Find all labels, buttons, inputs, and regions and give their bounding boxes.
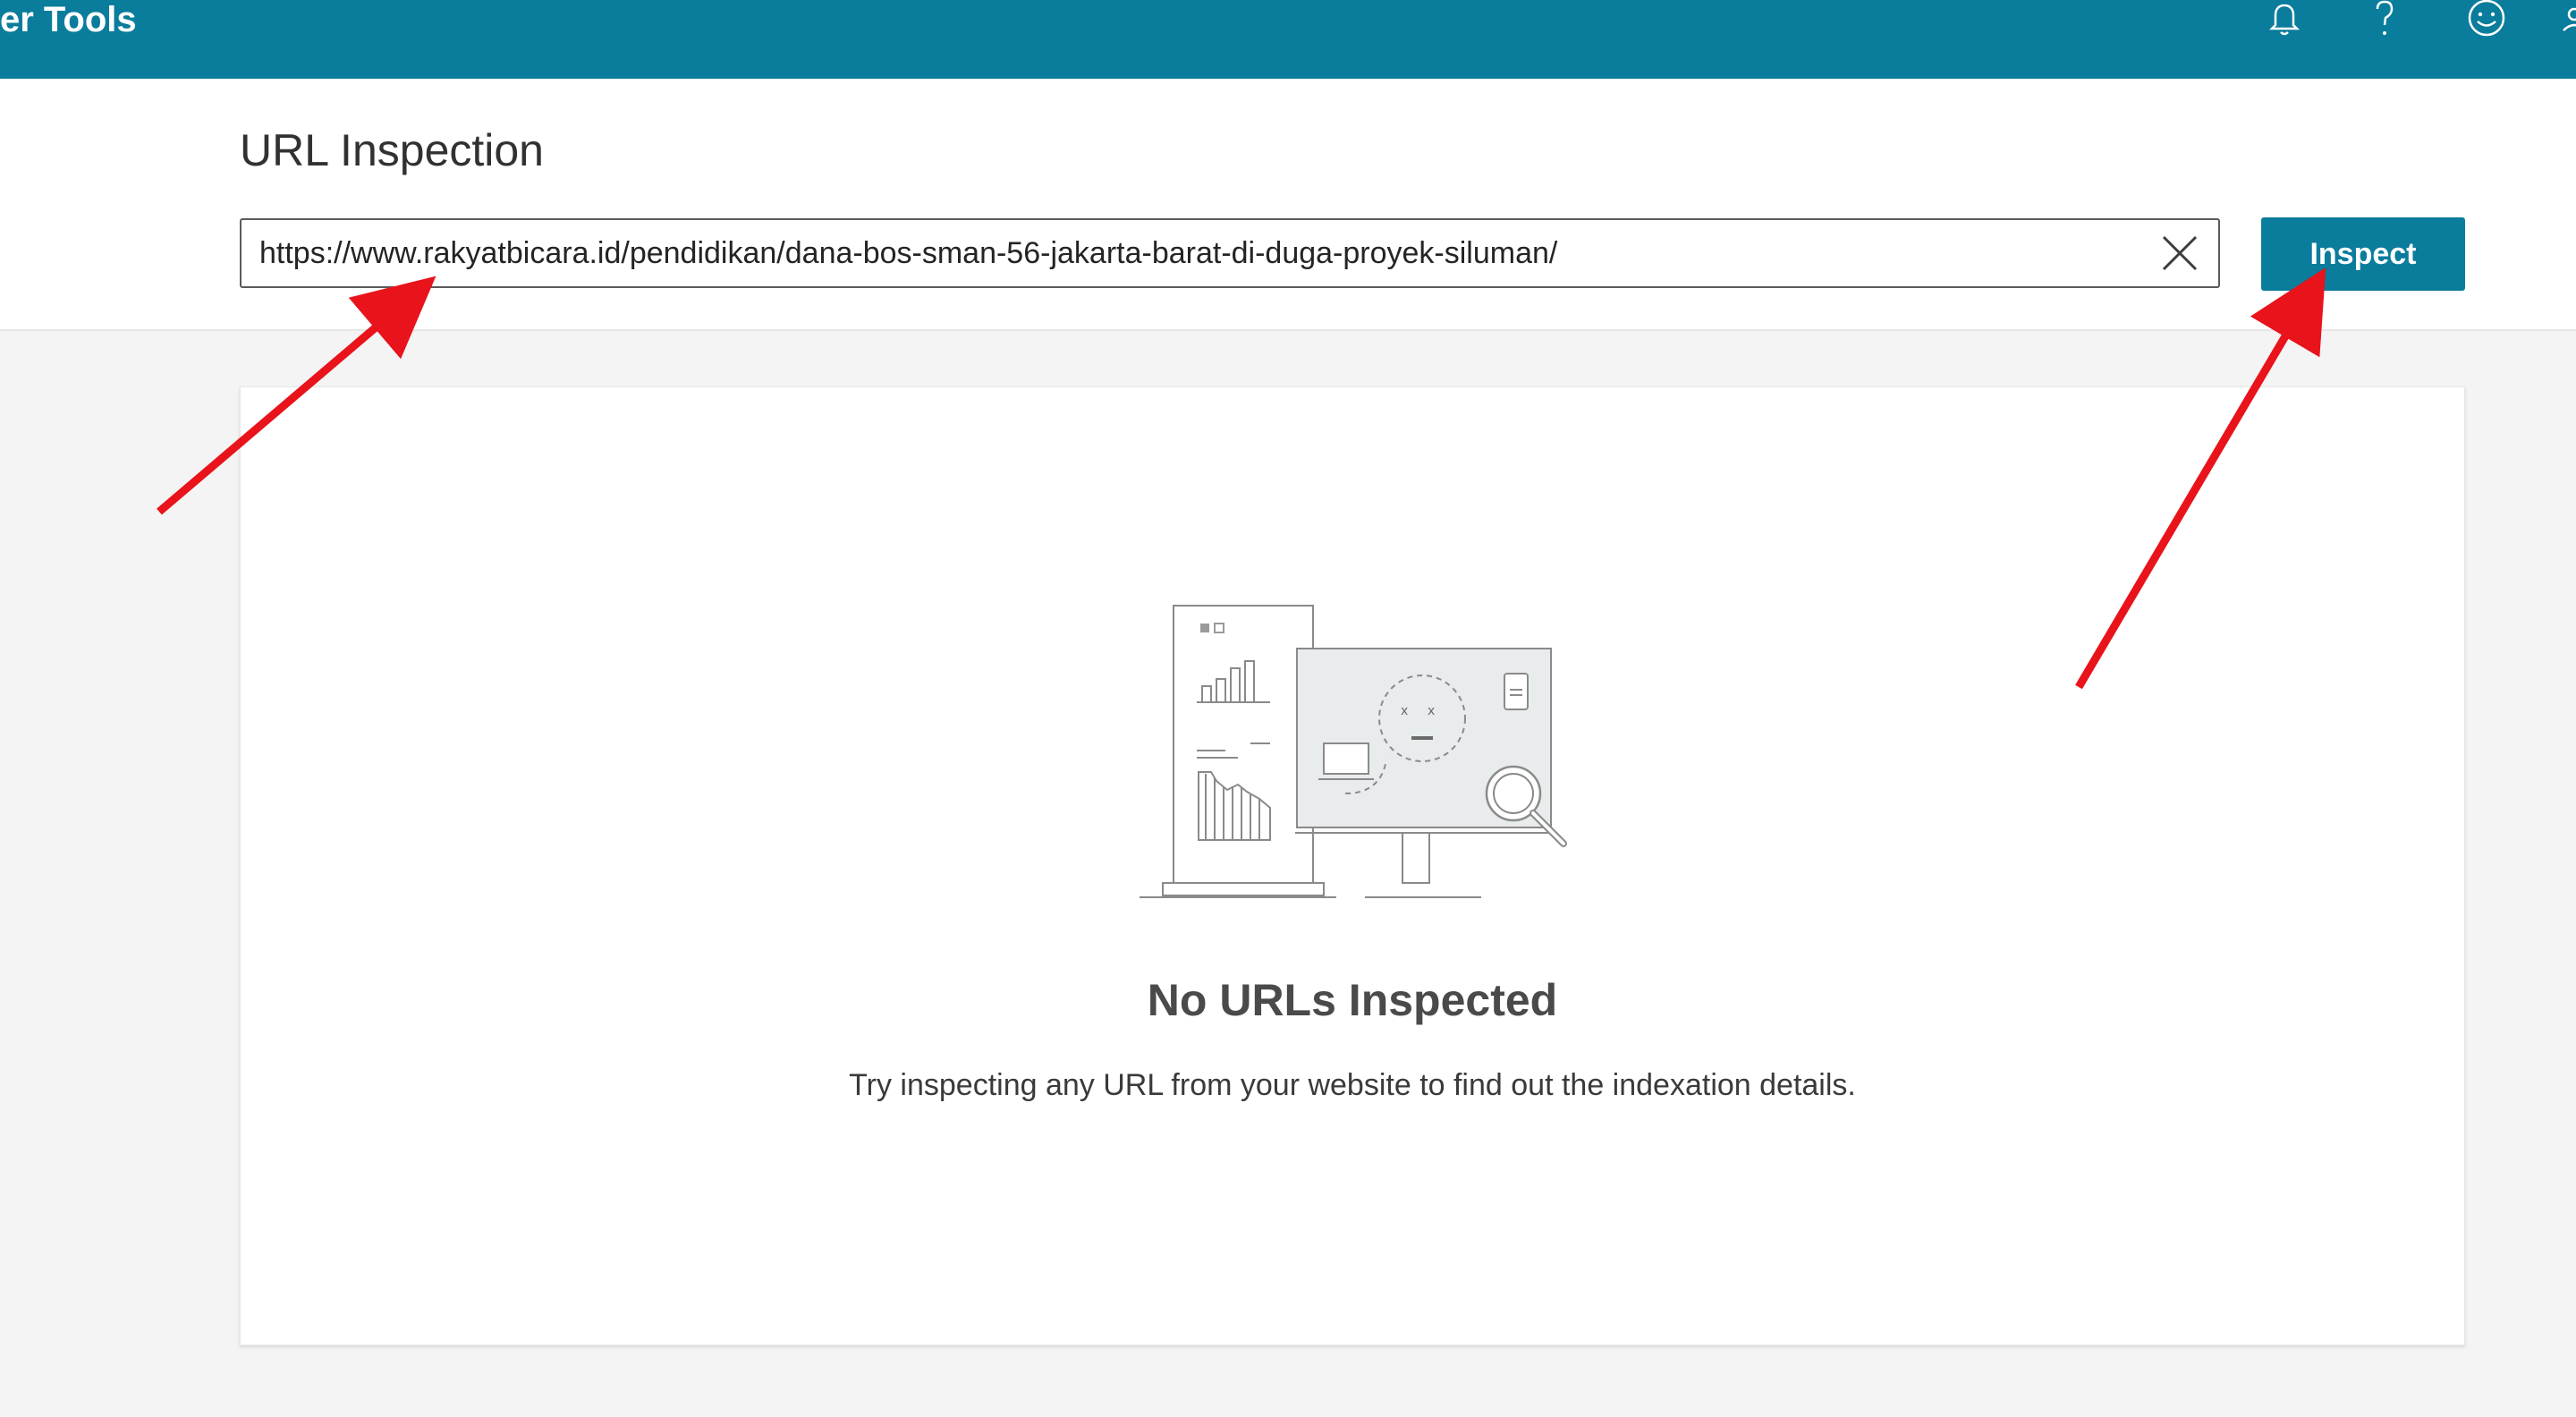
account-icon[interactable] — [2555, 0, 2576, 39]
empty-state-card: x x No URLs Inspected Try inspecting any… — [240, 386, 2465, 1345]
top-bar: er Tools — [0, 0, 2576, 79]
svg-text:x: x — [1428, 704, 1435, 718]
page-title: URL Inspection — [240, 125, 544, 175]
svg-text:x: x — [1401, 704, 1408, 718]
empty-state-title: No URLs Inspected — [1147, 975, 1558, 1025]
feedback-smiley-icon[interactable] — [2460, 0, 2513, 39]
inspect-button[interactable]: Inspect — [2261, 217, 2465, 291]
app-brand-title: er Tools — [0, 0, 137, 39]
bell-icon[interactable] — [2258, 0, 2311, 39]
no-urls-illustration: x x — [1140, 605, 1567, 898]
url-inspection-panel: URL Inspection Inspect — [0, 79, 2576, 331]
url-input[interactable] — [259, 220, 2129, 286]
empty-state-description: Try inspecting any URL from your website… — [849, 1068, 1856, 1102]
clear-icon[interactable] — [2156, 229, 2204, 277]
help-icon[interactable] — [2358, 0, 2411, 39]
url-input-container[interactable] — [240, 218, 2220, 288]
